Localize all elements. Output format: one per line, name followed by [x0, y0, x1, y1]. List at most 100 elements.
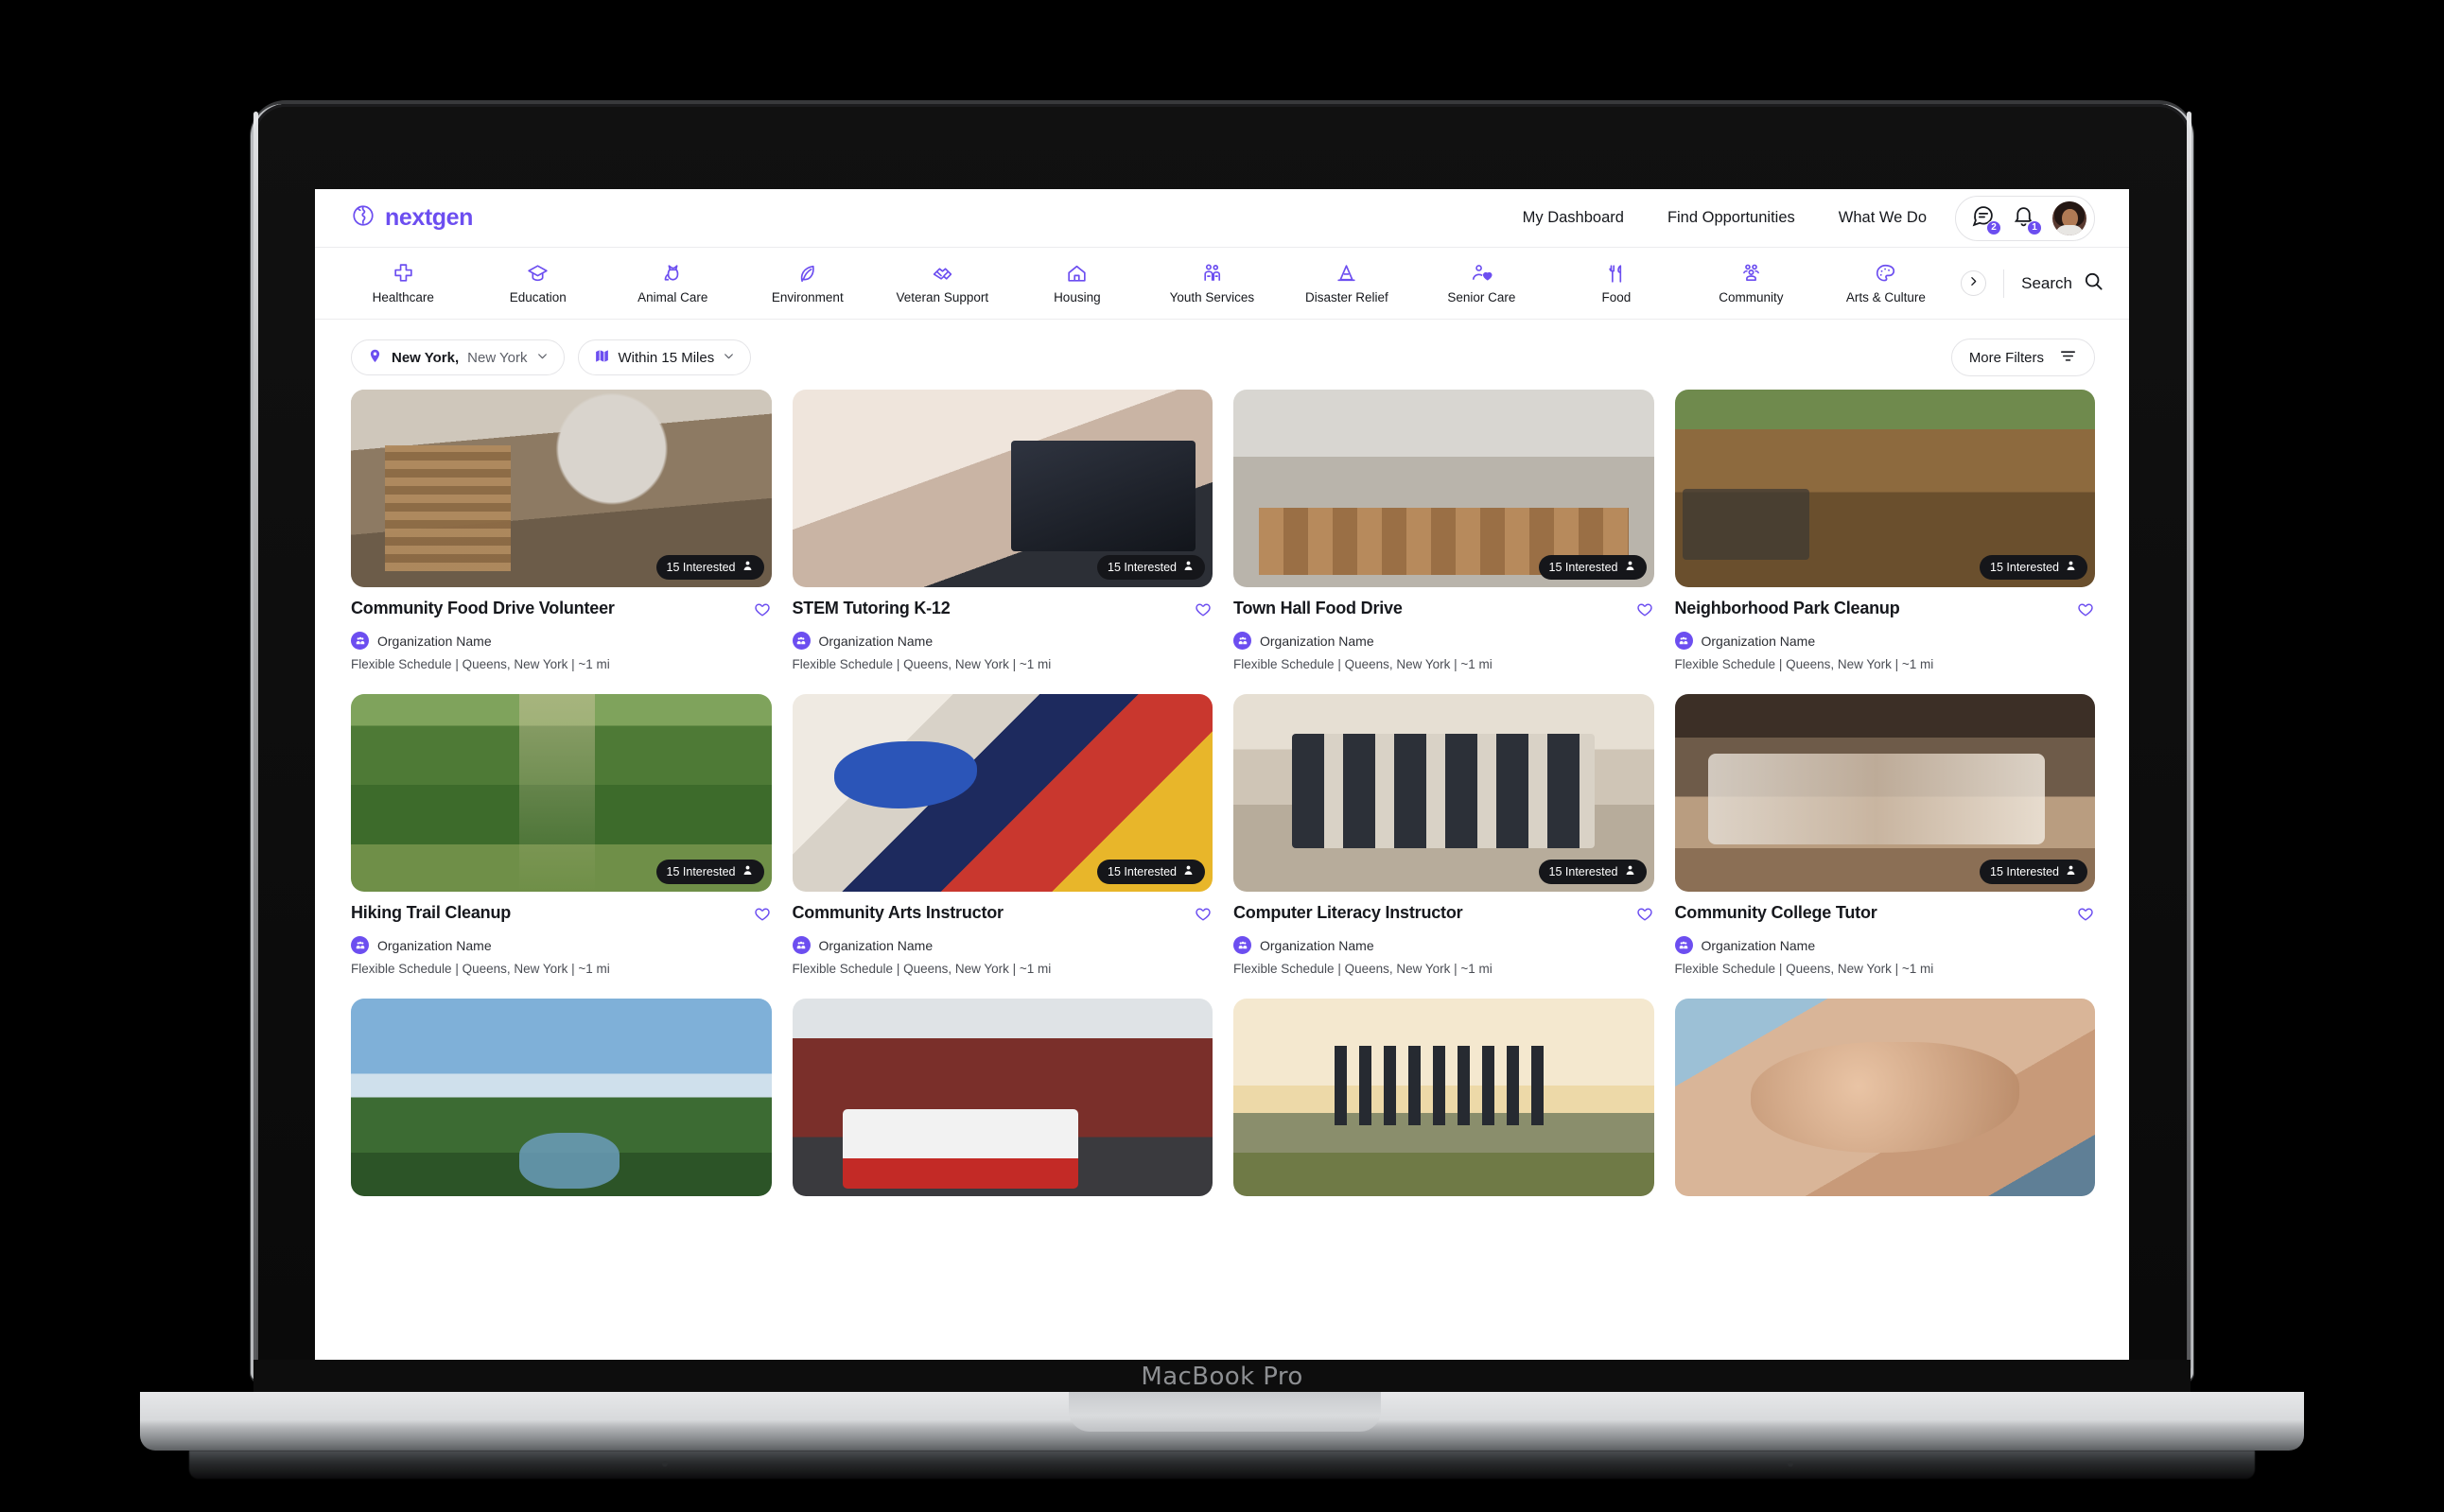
card-media[interactable]: 15 Interested	[792, 694, 1213, 892]
category-food[interactable]: Food	[1549, 262, 1685, 304]
card-organization[interactable]: Organization Name	[792, 936, 1213, 954]
heart-outline-icon[interactable]	[1635, 600, 1654, 623]
paint-palette-icon	[1874, 262, 1897, 286]
card-media[interactable]: 15 Interested	[351, 694, 772, 892]
person-icon	[2065, 864, 2077, 879]
app-header: nextgen My Dashboard Find Opportunities …	[315, 189, 2129, 248]
category-label: Healthcare	[372, 290, 434, 304]
search-label: Search	[2021, 273, 2072, 292]
opportunity-card[interactable]: 15 Interested Community Food Drive Volunt…	[351, 390, 772, 671]
category-youth-services[interactable]: Youth Services	[1144, 262, 1280, 304]
category-environment[interactable]: Environment	[741, 262, 876, 304]
category-senior-care[interactable]: Senior Care	[1414, 262, 1549, 304]
card-organization[interactable]: Organization Name	[1674, 632, 2096, 650]
brand-logo[interactable]: nextgen	[351, 203, 473, 233]
card-organization[interactable]: Organization Name	[351, 632, 772, 650]
interested-count-label: 15 Interested	[1108, 865, 1177, 878]
organization-avatar-icon	[351, 632, 369, 650]
category-healthcare[interactable]: Healthcare	[336, 262, 471, 304]
category-label: Veteran Support	[896, 290, 989, 304]
card-organization[interactable]: Organization Name	[1674, 936, 2096, 954]
category-list: Healthcare Education Animal Care Environ…	[336, 262, 1953, 304]
interested-badge: 15 Interested	[1980, 860, 2087, 884]
card-media[interactable]	[351, 999, 772, 1196]
category-bar: Healthcare Education Animal Care Environ…	[315, 248, 2129, 320]
search-button[interactable]: Search	[2021, 270, 2104, 297]
organization-name: Organization Name	[377, 633, 492, 649]
vertical-divider	[2003, 269, 2005, 298]
category-community[interactable]: Community	[1684, 262, 1819, 304]
card-media[interactable]	[1674, 999, 2095, 1196]
distance-filter[interactable]: Within 15 Miles	[577, 339, 752, 375]
opportunity-card[interactable]: 15 Interested Community Arts Instructor Or…	[792, 694, 1213, 976]
heart-outline-icon[interactable]	[753, 904, 772, 928]
card-title[interactable]: Community Arts Instructor	[793, 903, 1004, 923]
heart-outline-icon[interactable]	[1194, 600, 1213, 623]
card-media[interactable]: 15 Interested	[1233, 390, 1654, 587]
opportunity-card[interactable]: 15 Interested Neighborhood Park Cleanup Or…	[1674, 390, 2096, 671]
card-organization[interactable]: Organization Name	[351, 936, 772, 954]
nav-what-we-do[interactable]: What We Do	[1839, 209, 1927, 227]
category-next-button[interactable]	[1961, 270, 1987, 296]
category-disaster-relief[interactable]: Disaster Relief	[1280, 262, 1415, 304]
card-title[interactable]: Hiking Trail Cleanup	[351, 903, 511, 923]
category-veteran-support[interactable]: Veteran Support	[875, 262, 1010, 304]
category-animal-care[interactable]: Animal Care	[605, 262, 741, 304]
card-organization[interactable]: Organization Name	[1233, 936, 1654, 954]
more-filters-button[interactable]: More Filters	[1950, 339, 2095, 376]
heart-outline-icon[interactable]	[1194, 904, 1213, 928]
opportunity-card-partial[interactable]	[1674, 999, 2095, 1196]
opportunity-card[interactable]: 15 Interested Computer Literacy Instructo…	[1233, 694, 1654, 976]
card-title[interactable]: Computer Literacy Instructor	[1233, 903, 1463, 923]
laptop-foot-left	[662, 1461, 668, 1467]
card-organization[interactable]: Organization Name	[792, 632, 1213, 650]
opportunity-card-partial[interactable]	[792, 999, 1213, 1196]
card-title[interactable]: STEM Tutoring K-12	[793, 599, 951, 618]
card-media[interactable]: 15 Interested	[351, 390, 772, 587]
person-icon	[1624, 560, 1636, 575]
heart-outline-icon[interactable]	[1635, 904, 1654, 928]
messages-button[interactable]: 2	[1971, 204, 2001, 235]
avatar[interactable]	[2052, 200, 2086, 235]
more-filters-label: More Filters	[1968, 349, 2044, 366]
notifications-badge: 1	[2027, 219, 2042, 235]
heart-outline-icon[interactable]	[753, 600, 772, 623]
card-media[interactable]	[1233, 999, 1654, 1196]
interested-count-label: 15 Interested	[1548, 865, 1618, 878]
opportunity-card-partial[interactable]	[1233, 999, 1654, 1196]
category-bar-right: Search	[1953, 269, 2104, 298]
card-title-row: Community College Tutor	[1675, 903, 2096, 928]
card-title[interactable]: Neighborhood Park Cleanup	[1675, 599, 1900, 618]
interested-count-label: 15 Interested	[666, 561, 736, 574]
heart-outline-icon[interactable]	[2076, 600, 2095, 623]
category-housing[interactable]: Housing	[1010, 262, 1145, 304]
category-arts-culture[interactable]: Arts & Culture	[1819, 262, 1954, 304]
nav-my-dashboard[interactable]: My Dashboard	[1523, 209, 1624, 227]
category-education[interactable]: Education	[471, 262, 606, 304]
location-filter[interactable]: New York, New York	[351, 339, 565, 375]
card-title[interactable]: Community Food Drive Volunteer	[351, 599, 615, 618]
card-media[interactable]	[792, 999, 1213, 1196]
opportunity-card[interactable]: 15 Interested Hiking Trail Cleanup Organiz…	[351, 694, 772, 976]
opportunity-card[interactable]: 15 Interested Community College Tutor Orga…	[1674, 694, 2096, 976]
notifications-button[interactable]: 1	[2012, 204, 2042, 235]
person-icon	[1182, 864, 1195, 879]
person-heart-icon	[1470, 262, 1493, 286]
two-people-icon	[1200, 262, 1224, 286]
card-media[interactable]: 15 Interested	[1674, 694, 2095, 892]
opportunity-card[interactable]: 15 Interested Town Hall Food Drive Organiz…	[1233, 390, 1654, 671]
card-title[interactable]: Town Hall Food Drive	[1233, 599, 1403, 618]
card-media[interactable]: 15 Interested	[1674, 390, 2095, 587]
opportunity-card-partial[interactable]	[351, 999, 772, 1196]
opportunity-grid-partial	[315, 999, 2129, 1196]
card-title[interactable]: Community College Tutor	[1675, 903, 1877, 923]
card-media[interactable]: 15 Interested	[1233, 694, 1654, 892]
card-title-row: Neighborhood Park Cleanup	[1675, 599, 2096, 623]
card-organization[interactable]: Organization Name	[1233, 632, 1654, 650]
nav-find-opportunities[interactable]: Find Opportunities	[1667, 209, 1795, 227]
card-title-row: Town Hall Food Drive	[1233, 599, 1654, 623]
card-media[interactable]: 15 Interested	[792, 390, 1213, 587]
card-photo	[1674, 999, 2095, 1196]
opportunity-card[interactable]: 15 Interested STEM Tutoring K-12 Organizat…	[792, 390, 1213, 671]
heart-outline-icon[interactable]	[2076, 904, 2095, 928]
